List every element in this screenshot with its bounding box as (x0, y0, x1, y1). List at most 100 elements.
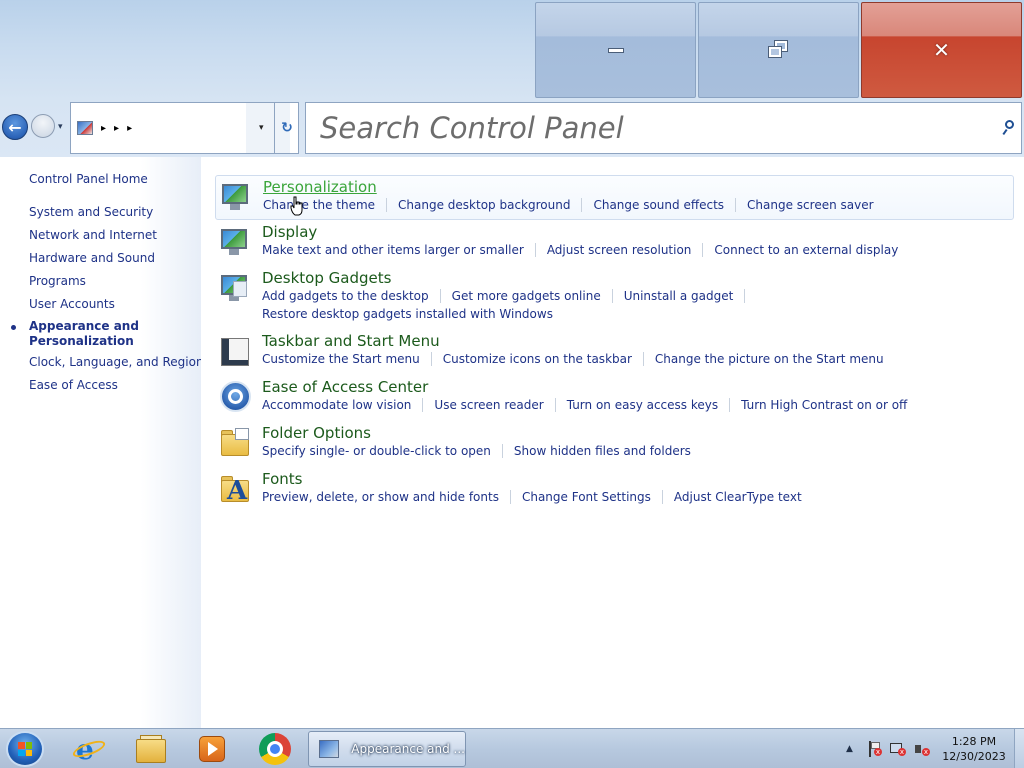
forward-button[interactable] (31, 114, 55, 138)
category-folder-options: Folder Options Specify single- or double… (215, 422, 1014, 467)
sidebar-item-user-accounts[interactable]: User Accounts (29, 297, 115, 311)
clock-time: 1:28 PM (951, 735, 997, 748)
windows-start-icon (18, 742, 32, 756)
link-change-sound-effects[interactable]: Change sound effects (593, 198, 724, 212)
link-font-settings[interactable]: Change Font Settings (522, 490, 651, 504)
sidebar-item-hardware-sound[interactable]: Hardware and Sound (29, 251, 155, 265)
link-restore-gadgets[interactable]: Restore desktop gadgets installed with W… (262, 307, 553, 321)
control-panel-home-link[interactable]: Control Panel Home (29, 172, 148, 186)
link-low-vision[interactable]: Accommodate low vision (262, 398, 411, 412)
link-screen-reader[interactable]: Use screen reader (434, 398, 543, 412)
navigation-bar: ← ▾ ▸ ▸ ▸ ▾ ↻ (0, 100, 1024, 157)
sidebar-item-clock-language-region[interactable]: Clock, Language, and Region (29, 355, 204, 369)
hand-cursor-icon (290, 196, 303, 216)
link-screen-resolution[interactable]: Adjust screen resolution (547, 243, 692, 257)
taskbar: e Appearance and ... ▲ x x x 1:28 PM 12/… (0, 728, 1024, 768)
category-title-ease-of-access[interactable]: Ease of Access Center (262, 378, 428, 396)
link-customize-taskbar-icons[interactable]: Customize icons on the taskbar (443, 352, 632, 366)
internet-explorer-icon[interactable]: e (70, 733, 108, 766)
sidebar-item-network-internet[interactable]: Network and Internet (29, 228, 157, 242)
control-panel-icon (77, 121, 93, 135)
taskbar-window-label: Appearance and ... (351, 742, 465, 756)
sidebar-item-system-security[interactable]: System and Security (29, 205, 153, 219)
link-high-contrast[interactable]: Turn High Contrast on or off (741, 398, 907, 412)
media-player-icon[interactable] (196, 733, 230, 765)
show-hidden-icons-button[interactable]: ▲ (846, 744, 853, 754)
link-single-double-click[interactable]: Specify single- or double-click to open (262, 444, 491, 458)
breadcrumb[interactable]: ▸ ▸ ▸ (75, 103, 245, 153)
category-fonts: A Fonts Preview, delete, or show and hid… (215, 468, 1014, 513)
address-dropdown-icon[interactable]: ▾ (259, 123, 264, 133)
close-button[interactable]: ✕ (861, 2, 1022, 98)
clock-date: 12/30/2023 (942, 750, 1006, 763)
category-title-personalization[interactable]: Personalization (263, 178, 377, 196)
link-change-desktop-background[interactable]: Change desktop background (398, 198, 570, 212)
restore-icon (767, 40, 789, 59)
control-panel-icon (319, 740, 340, 758)
left-pane: Control Panel Home System and Security N… (0, 157, 204, 728)
show-desktop-button[interactable] (1014, 729, 1024, 768)
network-icon[interactable]: x (890, 741, 906, 757)
back-button[interactable]: ← (2, 114, 28, 140)
personalization-icon (220, 180, 252, 212)
link-add-gadgets[interactable]: Add gadgets to the desktop (262, 289, 429, 303)
active-bullet-icon (11, 325, 16, 330)
breadcrumb-separator-icon: ▸ (101, 122, 107, 134)
fonts-icon: A (219, 472, 251, 506)
refresh-button[interactable]: ↻ (274, 102, 299, 154)
link-more-gadgets-online[interactable]: Get more gadgets online (452, 289, 601, 303)
title-bar: ✕ (0, 0, 1024, 100)
breadcrumb-separator-icon: ▸ (127, 122, 133, 134)
category-title-desktop-gadgets[interactable]: Desktop Gadgets (262, 269, 391, 287)
address-bar[interactable]: ▸ ▸ ▸ ▾ (70, 102, 299, 154)
category-taskbar-start-menu: Taskbar and Start Menu Customize the Sta… (215, 330, 1014, 375)
search-box[interactable] (305, 102, 1022, 154)
link-text-size[interactable]: Make text and other items larger or smal… (262, 243, 524, 257)
breadcrumb-separator-icon: ▸ (114, 122, 120, 134)
desktop-gadgets-icon (219, 271, 251, 303)
search-icon[interactable] (1002, 120, 1015, 136)
link-start-menu-picture[interactable]: Change the picture on the Start menu (655, 352, 884, 366)
link-change-theme[interactable]: Change the theme (263, 198, 375, 212)
link-customize-start-menu[interactable]: Customize the Start menu (262, 352, 420, 366)
sidebar-item-ease-of-access[interactable]: Ease of Access (29, 378, 118, 392)
back-arrow-icon: ← (8, 117, 22, 137)
display-icon (219, 225, 251, 257)
action-center-icon[interactable]: x (866, 741, 882, 757)
link-external-display[interactable]: Connect to an external display (714, 243, 898, 257)
close-icon: ✕ (933, 38, 950, 62)
refresh-icon: ↻ (281, 120, 293, 136)
link-preview-fonts[interactable]: Preview, delete, or show and hide fonts (262, 490, 499, 504)
category-ease-of-access: Ease of Access Center Accommodate low vi… (215, 376, 1014, 421)
category-personalization[interactable]: Personalization Change the theme Change … (215, 175, 1014, 220)
category-title-folder-options[interactable]: Folder Options (262, 424, 371, 442)
taskbar-window-appearance[interactable]: Appearance and ... (308, 731, 466, 767)
link-cleartype[interactable]: Adjust ClearType text (674, 490, 802, 504)
link-access-keys[interactable]: Turn on easy access keys (567, 398, 718, 412)
system-clock[interactable]: 1:28 PM 12/30/2023 (938, 734, 1010, 764)
minimize-button[interactable] (535, 2, 696, 98)
main-content: Personalization Change the theme Change … (201, 157, 1024, 728)
recent-pages-dropdown[interactable]: ▾ (58, 122, 63, 132)
search-input[interactable] (306, 103, 996, 153)
restore-button[interactable] (698, 2, 859, 98)
link-change-screen-saver[interactable]: Change screen saver (747, 198, 874, 212)
ease-of-access-icon (219, 380, 251, 412)
sidebar-item-appearance-active: Appearance and Personalization (29, 319, 139, 348)
taskbar-icon (219, 334, 251, 366)
link-hidden-files[interactable]: Show hidden files and folders (514, 444, 691, 458)
category-title-fonts[interactable]: Fonts (262, 470, 302, 488)
sidebar-item-programs[interactable]: Programs (29, 274, 86, 288)
category-title-taskbar[interactable]: Taskbar and Start Menu (262, 332, 440, 350)
chrome-icon[interactable] (258, 733, 292, 765)
category-desktop-gadgets: Desktop Gadgets Add gadgets to the deskt… (215, 267, 1014, 331)
category-links: Change the theme Change desktop backgrou… (263, 198, 874, 212)
minimize-icon (607, 47, 624, 53)
file-explorer-icon[interactable] (134, 733, 168, 765)
start-button[interactable] (6, 731, 44, 767)
volume-icon[interactable]: x (914, 741, 930, 757)
link-uninstall-gadget[interactable]: Uninstall a gadget (624, 289, 734, 303)
folder-options-icon (219, 426, 251, 458)
category-display: Display Make text and other items larger… (215, 221, 1014, 266)
category-title-display[interactable]: Display (262, 223, 317, 241)
